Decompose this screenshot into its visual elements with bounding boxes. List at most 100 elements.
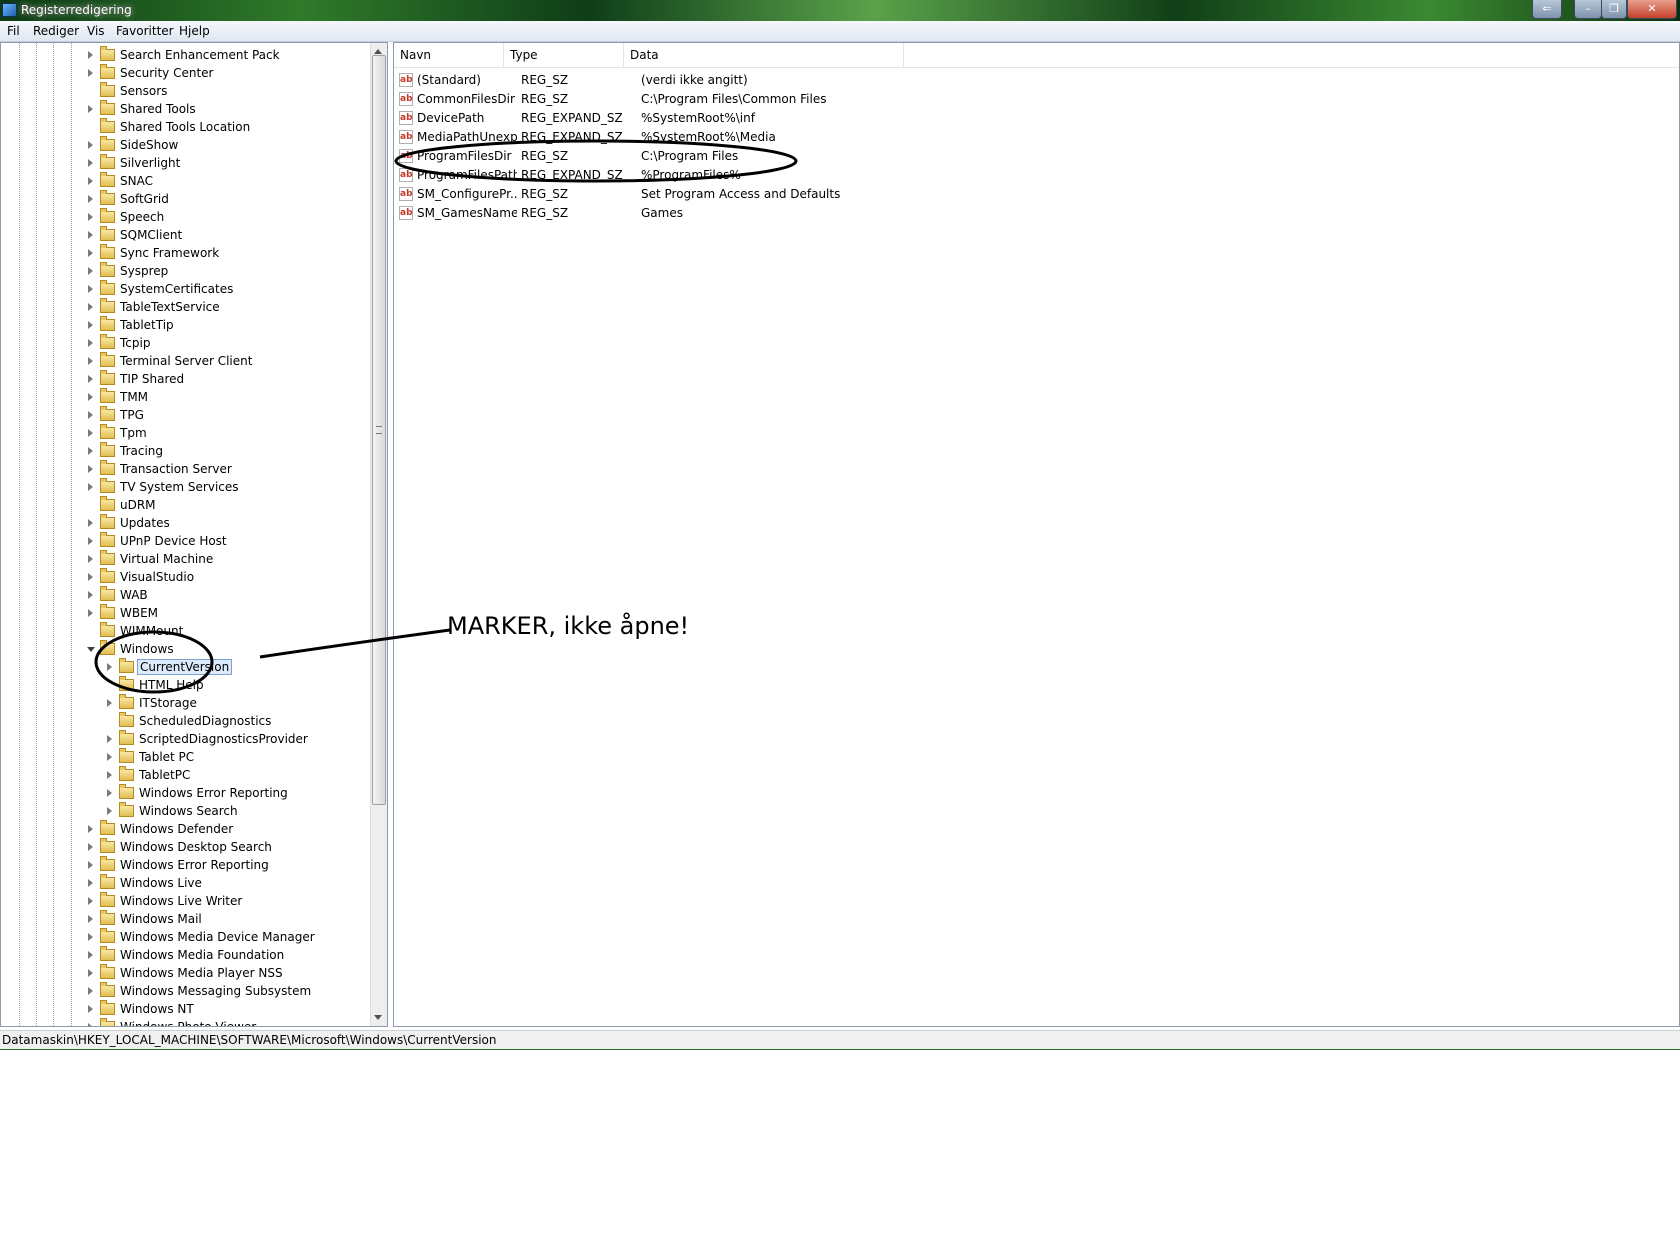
menu-hjelp[interactable]: Hjelp <box>179 24 210 38</box>
expand-arrow-icon[interactable] <box>88 465 93 473</box>
expand-arrow-icon[interactable] <box>88 573 93 581</box>
tree-item[interactable]: Windows Mail <box>88 910 358 929</box>
expand-arrow-icon[interactable] <box>107 699 112 707</box>
expand-arrow-icon[interactable] <box>88 933 93 941</box>
tree-item[interactable]: Windows Media Player NSS <box>88 964 358 983</box>
tree-item[interactable]: ScheduledDiagnostics <box>107 712 377 731</box>
expand-arrow-icon[interactable] <box>88 879 93 887</box>
tree-item[interactable]: TPG <box>88 406 358 425</box>
tree-item[interactable]: TIP Shared <box>88 370 358 389</box>
expand-arrow-icon[interactable] <box>88 411 93 419</box>
tree-item[interactable]: Terminal Server Client <box>88 352 358 371</box>
expand-arrow-icon[interactable] <box>107 807 112 815</box>
value-row[interactable]: ab SM_ConfigurePr... REG_SZ Set Program Acc… <box>394 185 1679 204</box>
tree-item[interactable]: Sensors <box>88 82 358 101</box>
tree-item[interactable]: uDRM <box>88 496 358 515</box>
tree-item[interactable]: Speech <box>88 208 358 227</box>
value-row[interactable]: ab DevicePath REG_EXPAND_SZ %SystemRoot%\in… <box>394 109 1679 128</box>
expand-arrow-icon[interactable] <box>88 285 93 293</box>
tree-item[interactable]: ITStorage <box>107 694 377 713</box>
tree-item[interactable]: Sync Framework <box>88 244 358 263</box>
expand-arrow-icon[interactable] <box>88 897 93 905</box>
tree-item[interactable]: Security Center <box>88 64 358 83</box>
expand-arrow-icon[interactable] <box>88 1005 93 1013</box>
tree-item[interactable]: WAB <box>88 586 358 605</box>
tree-item[interactable]: Windows Search <box>107 802 377 821</box>
tree-item[interactable]: Shared Tools <box>88 100 358 119</box>
close-button[interactable]: ✕ <box>1627 0 1677 19</box>
tree-item[interactable]: SystemCertificates <box>88 280 358 299</box>
expand-arrow-icon[interactable] <box>88 339 93 347</box>
tree-item[interactable]: TableTextService <box>88 298 358 317</box>
tree-item[interactable]: SNAC <box>88 172 358 191</box>
tree-item[interactable]: TabletPC <box>107 766 377 785</box>
value-row[interactable]: ab CommonFilesDir REG_SZ C:\Program Files\C… <box>394 90 1679 109</box>
tree-item[interactable]: TV System Services <box>88 478 358 497</box>
expand-arrow-icon[interactable] <box>88 609 93 617</box>
value-row[interactable]: ab ProgramFilesDir REG_SZ C:\Program Files <box>394 147 1679 166</box>
tree-item[interactable]: HTML Help <box>107 676 377 695</box>
menu-vis[interactable]: Vis <box>87 24 105 38</box>
tree-item[interactable]: Windows Media Device Manager <box>88 928 358 947</box>
expand-arrow-icon[interactable] <box>88 591 93 599</box>
tree-item[interactable]: Windows Live <box>88 874 358 893</box>
registry-key-tree[interactable]: Search Enhancement Pack Security Center Se… <box>0 42 388 1027</box>
registry-values-list[interactable]: Navn Type Data ab (Standard) REG_SZ (verdi … <box>393 42 1680 1027</box>
tree-item[interactable]: Windows Desktop Search <box>88 838 358 857</box>
tree-item[interactable]: ScriptedDiagnosticsProvider <box>107 730 377 749</box>
scroll-up-arrow-icon[interactable] <box>374 49 382 54</box>
expand-arrow-icon[interactable] <box>88 375 93 383</box>
tree-item[interactable]: Tcpip <box>88 334 358 353</box>
tree-item[interactable]: Silverlight <box>88 154 358 173</box>
expand-arrow-icon[interactable] <box>88 195 93 203</box>
expand-arrow-icon[interactable] <box>88 825 93 833</box>
expand-arrow-icon[interactable] <box>88 321 93 329</box>
menu-rediger[interactable]: Rediger <box>33 24 79 38</box>
column-header-type[interactable]: Type <box>504 43 624 67</box>
tree-item[interactable]: SoftGrid <box>88 190 358 209</box>
collapse-arrow-icon[interactable] <box>87 647 95 652</box>
expand-arrow-icon[interactable] <box>88 249 93 257</box>
expand-arrow-icon[interactable] <box>107 771 112 779</box>
tree-item[interactable]: SQMClient <box>88 226 358 245</box>
expand-arrow-icon[interactable] <box>88 915 93 923</box>
value-row[interactable]: ab ProgramFilesPath REG_EXPAND_SZ %ProgramF… <box>394 166 1679 185</box>
tree-item[interactable]: Tablet PC <box>107 748 377 767</box>
expand-arrow-icon[interactable] <box>107 753 112 761</box>
tree-item[interactable]: Search Enhancement Pack <box>88 46 358 65</box>
tree-item[interactable]: UPnP Device Host <box>88 532 358 551</box>
expand-arrow-icon[interactable] <box>88 231 93 239</box>
tree-item[interactable]: Transaction Server <box>88 460 358 479</box>
expand-arrow-icon[interactable] <box>88 105 93 113</box>
column-header-name[interactable]: Navn <box>394 43 504 67</box>
menu-favoritter[interactable]: Favoritter <box>116 24 174 38</box>
tree-item[interactable]: TabletTip <box>88 316 358 335</box>
tree-item[interactable]: Windows Error Reporting <box>88 856 358 875</box>
expand-arrow-icon[interactable] <box>107 735 112 743</box>
tree-item[interactable]: Windows Media Foundation <box>88 946 358 965</box>
tree-item[interactable]: Windows Live Writer <box>88 892 358 911</box>
expand-arrow-icon[interactable] <box>88 519 93 527</box>
expand-arrow-icon[interactable] <box>88 177 93 185</box>
expand-arrow-icon[interactable] <box>88 357 93 365</box>
tree-item[interactable]: Updates <box>88 514 358 533</box>
tree-item[interactable]: Windows Defender <box>88 820 358 839</box>
expand-arrow-icon[interactable] <box>88 537 93 545</box>
value-row[interactable]: ab (Standard) REG_SZ (verdi ikke angitt) <box>394 71 1679 90</box>
expand-arrow-icon[interactable] <box>88 447 93 455</box>
expand-arrow-icon[interactable] <box>88 987 93 995</box>
expand-arrow-icon[interactable] <box>88 51 93 59</box>
tree-item[interactable]: WBEM <box>88 604 358 623</box>
expand-arrow-icon[interactable] <box>88 843 93 851</box>
expand-arrow-icon[interactable] <box>88 1023 93 1026</box>
expand-arrow-icon[interactable] <box>88 69 93 77</box>
expand-arrow-icon[interactable] <box>88 483 93 491</box>
scroll-down-arrow-icon[interactable] <box>374 1015 382 1020</box>
expand-arrow-icon[interactable] <box>88 861 93 869</box>
tree-item[interactable]: Tpm <box>88 424 358 443</box>
tree-item[interactable]: SideShow <box>88 136 358 155</box>
tree-item[interactable]: Windows NT <box>88 1000 358 1019</box>
tree-vertical-scrollbar[interactable] <box>370 43 387 1026</box>
expand-arrow-icon[interactable] <box>107 663 112 671</box>
expand-arrow-icon[interactable] <box>88 555 93 563</box>
